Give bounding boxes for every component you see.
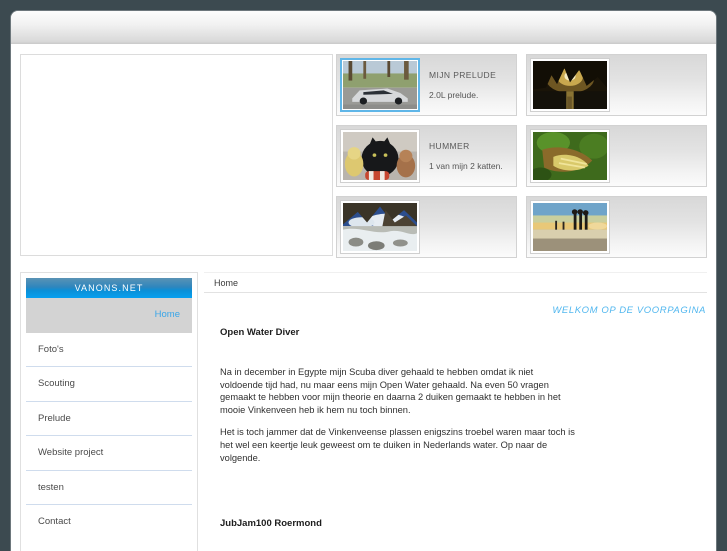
- gallery-item-title: HUMMER: [429, 140, 470, 151]
- gallery-item-mijn-prelude[interactable]: MIJN PRELUDE 2.0L prelude.: [336, 54, 517, 116]
- gallery-thumb-frame: [530, 129, 610, 183]
- green-foliage-close-up-photo-icon: [533, 132, 607, 180]
- sidebar-item-home[interactable]: Home: [26, 298, 192, 333]
- gallery-item-text: HUMMER 1 van mijn 2 katten.: [420, 140, 513, 173]
- sidebar-item-prelude[interactable]: Prelude: [26, 402, 192, 436]
- gallery-thumb-frame: [340, 129, 420, 183]
- lower-section: VANONS.NET Home Foto's Scouting Prelude …: [11, 265, 716, 551]
- gallery-item-text: [610, 82, 703, 89]
- sidebar-item-testen[interactable]: testen: [26, 471, 192, 505]
- sidebar-item-scouting[interactable]: Scouting: [26, 367, 192, 402]
- gallery-item-sunset-water[interactable]: [526, 54, 707, 116]
- featured-image-panel[interactable]: [20, 54, 333, 256]
- gallery-thumb-frame: [340, 200, 420, 254]
- gallery-thumb-frame: [530, 58, 610, 112]
- article-heading-jubjam100-roermond: JubJam100 Roermond: [220, 518, 322, 530]
- sunset-over-water-photo-icon: [533, 61, 607, 109]
- gallery-item-text: [610, 224, 703, 231]
- sidebar-item-website-project[interactable]: Website project: [26, 436, 192, 471]
- article-heading-open-water-diver: Open Water Diver: [220, 327, 300, 338]
- sidebar-item-contact[interactable]: Contact: [26, 505, 192, 540]
- gallery-grid: MIJN PRELUDE 2.0L prelude. HUMMER 1 van …: [336, 54, 707, 259]
- page-frame: MIJN PRELUDE 2.0L prelude. HUMMER 1 van …: [11, 11, 716, 551]
- gallery-row: MIJN PRELUDE 2.0L prelude.: [336, 54, 707, 116]
- main-content: Home WELKOM OP DE VOORPAGINA Open Water …: [204, 272, 707, 551]
- gallery-item-hummer[interactable]: HUMMER 1 van mijn 2 katten.: [336, 125, 517, 187]
- black-cat-with-plush-toys-photo-icon: [343, 132, 417, 180]
- gallery-thumb-frame: [340, 58, 420, 112]
- gallery-item-title: MIJN PRELUDE: [429, 69, 497, 80]
- gallery-row: HUMMER 1 van mijn 2 katten.: [336, 125, 707, 187]
- gallery-thumb-frame: [530, 200, 610, 254]
- gallery-row: [336, 196, 707, 258]
- gallery-item-desc: 1 van mijn 2 katten.: [429, 160, 503, 171]
- sidebar-menu: Home Foto's Scouting Prelude Website pro…: [26, 298, 192, 540]
- gallery-item-text: [610, 153, 703, 160]
- gallery-item-beach-silhouettes[interactable]: [526, 196, 707, 258]
- sidebar-item-fotos[interactable]: Foto's: [26, 333, 192, 367]
- gallery-item-desc: 2.0L prelude.: [429, 89, 479, 100]
- article-paragraph-1: Na in december in Egypte mijn Scuba dive…: [220, 367, 561, 415]
- sidebar: VANONS.NET Home Foto's Scouting Prelude …: [20, 272, 198, 551]
- gallery-item-text: MIJN PRELUDE 2.0L prelude.: [420, 69, 513, 102]
- article-paragraph-2: Het is toch jammer dat de Vinkenveense p…: [220, 427, 575, 463]
- article: Open Water Diver Na in december in Egypt…: [204, 327, 707, 529]
- silver-prelude-car-photo-icon: [343, 61, 417, 109]
- site-header-bar: [11, 11, 716, 44]
- gallery-item-mountain-stream[interactable]: [336, 196, 517, 258]
- upper-section: MIJN PRELUDE 2.0L prelude. HUMMER 1 van …: [11, 44, 716, 269]
- snowy-mountain-stream-photo-icon: [343, 203, 417, 251]
- welcome-banner: WELKOM OP DE VOORPAGINA: [552, 305, 706, 316]
- gallery-item-green-nature[interactable]: [526, 125, 707, 187]
- sidebar-brand: VANONS.NET: [26, 278, 192, 298]
- beach-silhouettes-at-sunset-photo-icon: [533, 203, 607, 251]
- gallery-item-text: [420, 224, 513, 231]
- breadcrumb[interactable]: Home: [204, 272, 707, 293]
